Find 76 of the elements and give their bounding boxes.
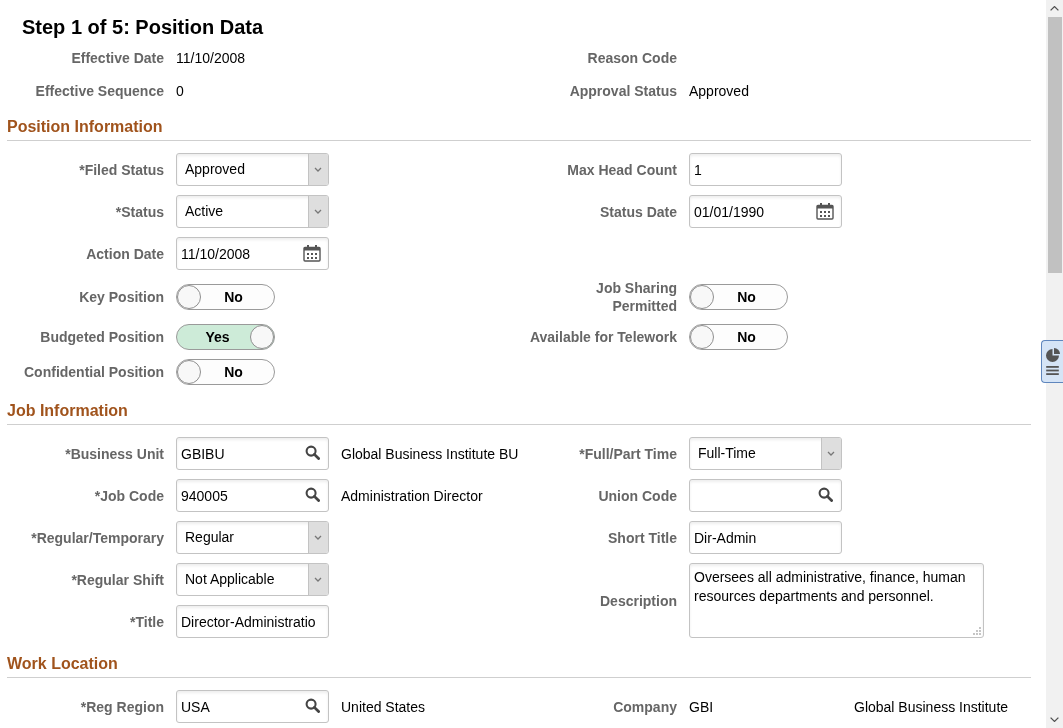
search-icon[interactable] [305, 445, 320, 460]
calendar-icon[interactable] [303, 244, 321, 262]
scrollbar-thumb[interactable] [1047, 17, 1062, 273]
lookup-field[interactable] [689, 479, 842, 512]
field-label: Confidential Position [24, 363, 164, 381]
field-description: Global Business Institute [854, 697, 1009, 717]
field-description: United States [341, 697, 426, 717]
field-label: *Title [130, 612, 164, 631]
field-label: Approval Status [569, 82, 677, 100]
field-value: Approved [689, 82, 749, 101]
field-label: Company [613, 697, 677, 716]
field-label: Action Date [86, 244, 164, 263]
text-field[interactable]: Dir-Admin [689, 521, 842, 554]
search-icon[interactable] [305, 698, 320, 713]
search-icon[interactable] [818, 487, 833, 502]
field-label: *Status [115, 202, 164, 221]
field-label: *Full/Part Time [579, 444, 677, 463]
lookup-field[interactable]: 940005 [176, 479, 329, 512]
dropdown[interactable]: Not Applicable [176, 563, 329, 596]
lookup-field[interactable]: GBIBU [176, 437, 329, 470]
field-label: Job Sharing Permitted [596, 279, 677, 315]
field-label: Status Date [599, 202, 677, 221]
toggle-switch[interactable]: Yes [176, 324, 275, 350]
field-label: Available for Telework [529, 328, 677, 346]
knob-icon [177, 285, 201, 309]
field-label: *Regular/Temporary [31, 528, 164, 547]
side-panel-tab[interactable] [1041, 340, 1063, 383]
field-label: Budgeted Position [40, 328, 164, 346]
field-label: Effective Sequence [35, 82, 164, 100]
date-field[interactable]: 11/10/2008 [176, 237, 329, 270]
field-value: GBI [689, 697, 714, 717]
field-label: *Job Code [94, 486, 164, 505]
knob-icon [690, 325, 714, 349]
list-icon [1046, 366, 1059, 375]
knob-icon [250, 325, 274, 349]
search-icon[interactable] [305, 487, 320, 502]
field-label: Description [600, 591, 677, 610]
toggle-switch[interactable]: No [176, 284, 275, 310]
section-title: Job Information [7, 401, 128, 421]
pie-chart-icon [1045, 348, 1060, 362]
field-label: Max Head Count [567, 160, 677, 179]
caret-up-icon[interactable] [1050, 6, 1059, 11]
field-label: Short Title [608, 528, 677, 547]
knob-icon [690, 285, 714, 309]
knob-icon [177, 360, 201, 384]
section-title: Work Location [7, 654, 118, 674]
text-area[interactable]: Oversees all administrative, finance, human resources departments and personnel. [689, 563, 984, 638]
dropdown[interactable]: Full-Time [689, 437, 842, 470]
field-label: Effective Date [71, 49, 164, 67]
toggle-switch[interactable]: No [176, 359, 275, 385]
field-label: *Filed Status [79, 160, 164, 179]
toggle-switch[interactable]: No [689, 284, 788, 310]
page-title: Step 1 of 5: Position Data [22, 15, 264, 40]
toggle-switch[interactable]: No [689, 324, 788, 350]
resize-grip-icon[interactable] [973, 627, 981, 635]
dropdown[interactable]: Active [176, 195, 329, 228]
field-value: 11/10/2008 [176, 49, 246, 68]
field-label: Key Position [79, 288, 164, 306]
lookup-field[interactable]: USA [176, 690, 329, 723]
section-title: Position Information [7, 117, 163, 137]
field-label: *Business Unit [65, 444, 164, 463]
field-label: *Reg Region [80, 697, 164, 716]
field-description: Global Business Institute BU [341, 444, 519, 464]
field-value: 0 [176, 82, 184, 101]
field-label: Union Code [598, 486, 677, 505]
date-field[interactable]: 01/01/1990 [689, 195, 842, 228]
text-field[interactable]: Director-Administratio [176, 605, 329, 638]
dropdown[interactable]: Regular [176, 521, 329, 554]
field-label: Reason Code [587, 49, 677, 67]
scrollbar[interactable] [1046, 0, 1063, 728]
caret-down-icon[interactable] [1050, 717, 1059, 722]
text-field[interactable]: 1 [689, 153, 842, 186]
field-label: *Regular Shift [71, 570, 164, 589]
calendar-icon[interactable] [816, 202, 834, 220]
field-description: Administration Director [341, 486, 483, 506]
dropdown[interactable]: Approved [176, 153, 329, 186]
